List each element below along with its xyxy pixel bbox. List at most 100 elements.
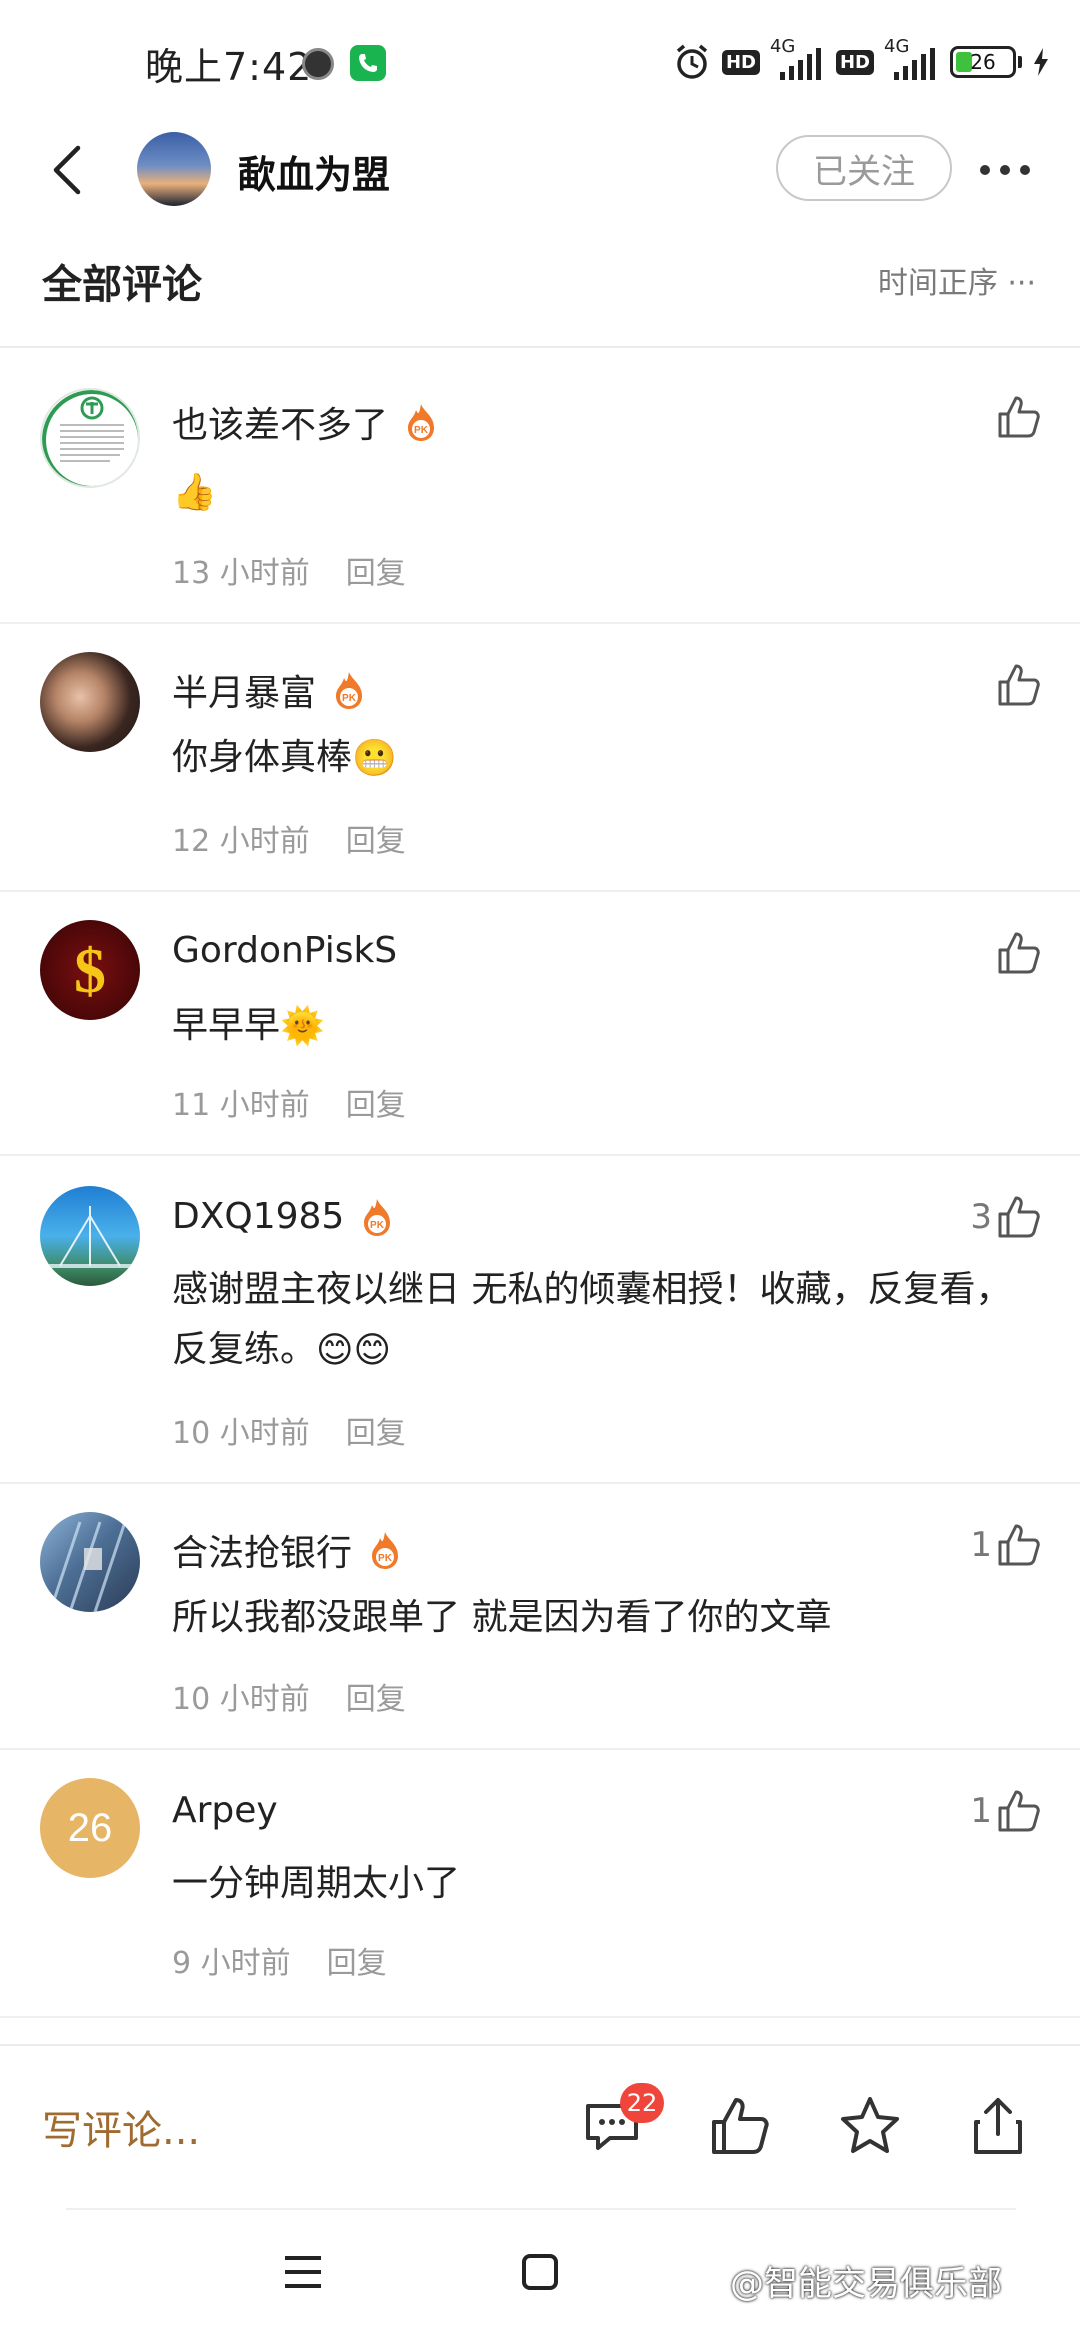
comment-meta: 10 小时前 回复 [172,1674,406,1718]
favorite-star-icon[interactable] [838,2094,902,2158]
comment-author[interactable]: GordonPiskS [172,930,397,971]
battery-icon: 26 [950,46,1016,78]
comment-item: 合法抢银行 PK 所以我都没跟单了 就是因为看了你的文章 10 小时前 回复 1 [0,1484,1080,1750]
back-arrow-icon [53,145,81,195]
more-options-icon[interactable] [980,160,1040,180]
hd-badge: HD [721,49,760,75]
author-name: 合法抢银行 [172,1533,353,1574]
svg-text:PK: PK [342,693,357,704]
divider [0,2016,1080,2018]
comment-author[interactable]: 合法抢银行 PK [172,1524,402,1576]
like-count: 1 [970,1525,992,1565]
pk-fire-badge-icon: PK [368,1530,402,1570]
comment-item: $ GordonPiskS 早早早🌞 11 小时前 回复 [0,892,1080,1156]
comment-time: 10 小时前 [172,1682,310,1717]
comment-text: 早早早🌞 [172,996,1012,1057]
emoji: 👍 [172,472,217,513]
divider [0,2044,1080,2046]
reply-button[interactable]: 回复 [346,816,406,860]
watermark-text: @智能交易俱乐部 [730,2264,1002,2304]
reply-button[interactable]: 回复 [346,1674,406,1718]
pk-fire-badge-icon: PK [332,670,366,710]
avatar-initials: 26 [67,1805,113,1850]
share-icon[interactable] [966,2094,1030,2158]
like-count: 3 [970,1197,992,1237]
reply-button[interactable]: 回复 [346,548,406,592]
user-avatar[interactable] [40,1186,140,1286]
reply-button[interactable]: 回复 [346,1080,406,1124]
emoji: 🌞 [280,1006,325,1047]
back-button[interactable] [40,140,100,200]
user-avatar[interactable]: 26 [40,1778,140,1878]
comment-time: 12 小时前 [172,824,310,859]
recording-icon [302,48,334,80]
like-button[interactable]: 1 [970,1788,1042,1834]
battery-level: 26 [970,50,996,74]
comments-section-header: 全部评论 时间正序 ··· [0,230,1080,346]
like-article-icon[interactable] [708,2094,772,2158]
top-header: 歃血为盟 已关注 [0,120,1080,220]
user-avatar[interactable] [40,1512,140,1612]
comment-item: 26 Arpey 一分钟周期太小了 9 小时前 回复 1 [0,1750,1080,2018]
svg-text:PK: PK [370,1220,385,1231]
comment-meta: 11 小时前 回复 [172,1080,406,1124]
charging-icon [1032,47,1050,77]
like-count: 1 [970,1791,992,1831]
signal-icon: 4G [884,36,940,82]
status-bar: 晚上7:42 HD 4G HD 4G 26 [0,0,1080,120]
user-avatar[interactable]: $ [40,920,140,1020]
emoji: 😬 [352,738,397,779]
user-avatar[interactable] [40,652,140,752]
author-name: GordonPiskS [172,930,398,971]
comment-text: 一分钟周期太小了 [172,1863,461,1904]
phone-call-icon [350,45,386,81]
comment-author[interactable]: DXQ1985 PK [172,1196,394,1237]
reply-button[interactable]: 回复 [346,1408,406,1452]
comment-text: 你身体真棒😬 [172,728,1012,789]
comment-item: 半月暴富 PK 你身体真棒😬 12 小时前 回复 [0,624,1080,892]
comment-item: DXQ1985 PK 感谢盟主夜以继日 无私的倾囊相授！收藏，反复看，反复练。😊… [0,1156,1080,1484]
comment-text: 感谢盟主夜以继日 无私的倾囊相授！收藏，反复看，反复练。😊😊 [172,1260,1012,1381]
thumbs-up-icon [998,1196,1040,1238]
divider [66,2208,1016,2210]
comment-author[interactable]: Arpey [172,1790,278,1831]
svg-text:$: $ [74,935,106,1006]
hd-badge: HD [835,49,874,75]
comment-meta: 13 小时前 回复 [172,548,406,592]
svg-text:PK: PK [414,425,429,436]
svg-text:PK: PK [378,1553,393,1564]
author-name: 半月暴富 [172,673,317,714]
menu-icon[interactable] [283,2252,323,2292]
comment-text: 👍 [172,462,1012,523]
comment-meta: 10 小时前 回复 [172,1408,406,1452]
section-title: 全部评论 [42,262,202,308]
author-name: 也该差不多了 [172,405,389,446]
author-avatar[interactable] [137,132,211,206]
author-name: DXQ1985 [172,1196,345,1237]
thumbs-up-icon [998,664,1040,706]
comment-meta: 9 小时前 回复 [172,1938,387,1982]
thumbs-up-icon [998,1524,1040,1566]
user-avatar[interactable] [40,388,140,488]
comment-time: 13 小时前 [172,556,310,591]
reply-button[interactable]: 回复 [327,1938,387,1982]
comment-count-badge: 22 [620,2083,664,2123]
comment-time: 10 小时前 [172,1416,310,1451]
like-button[interactable]: 1 [970,1522,1042,1568]
like-button[interactable]: 3 [970,1194,1042,1240]
like-button[interactable] [992,662,1042,708]
like-button[interactable] [992,930,1042,976]
following-button[interactable]: 已关注 [776,135,952,201]
author-name[interactable]: 歃血为盟 [238,144,390,199]
home-button[interactable] [522,2254,558,2290]
signal-icon: 4G [770,36,826,82]
author-name: Arpey [172,1790,278,1831]
like-button[interactable] [992,394,1042,440]
emoji: 😊😊 [316,1330,392,1371]
pk-fire-badge-icon: PK [360,1197,394,1237]
comment-author[interactable]: 也该差不多了 PK [172,396,438,448]
status-time: 晚上7:42 [145,45,313,89]
sort-order-button[interactable]: 时间正序 ··· [878,258,1036,302]
write-comment-input[interactable]: 写评论... [42,2098,200,2156]
comment-author[interactable]: 半月暴富 PK [172,664,366,716]
